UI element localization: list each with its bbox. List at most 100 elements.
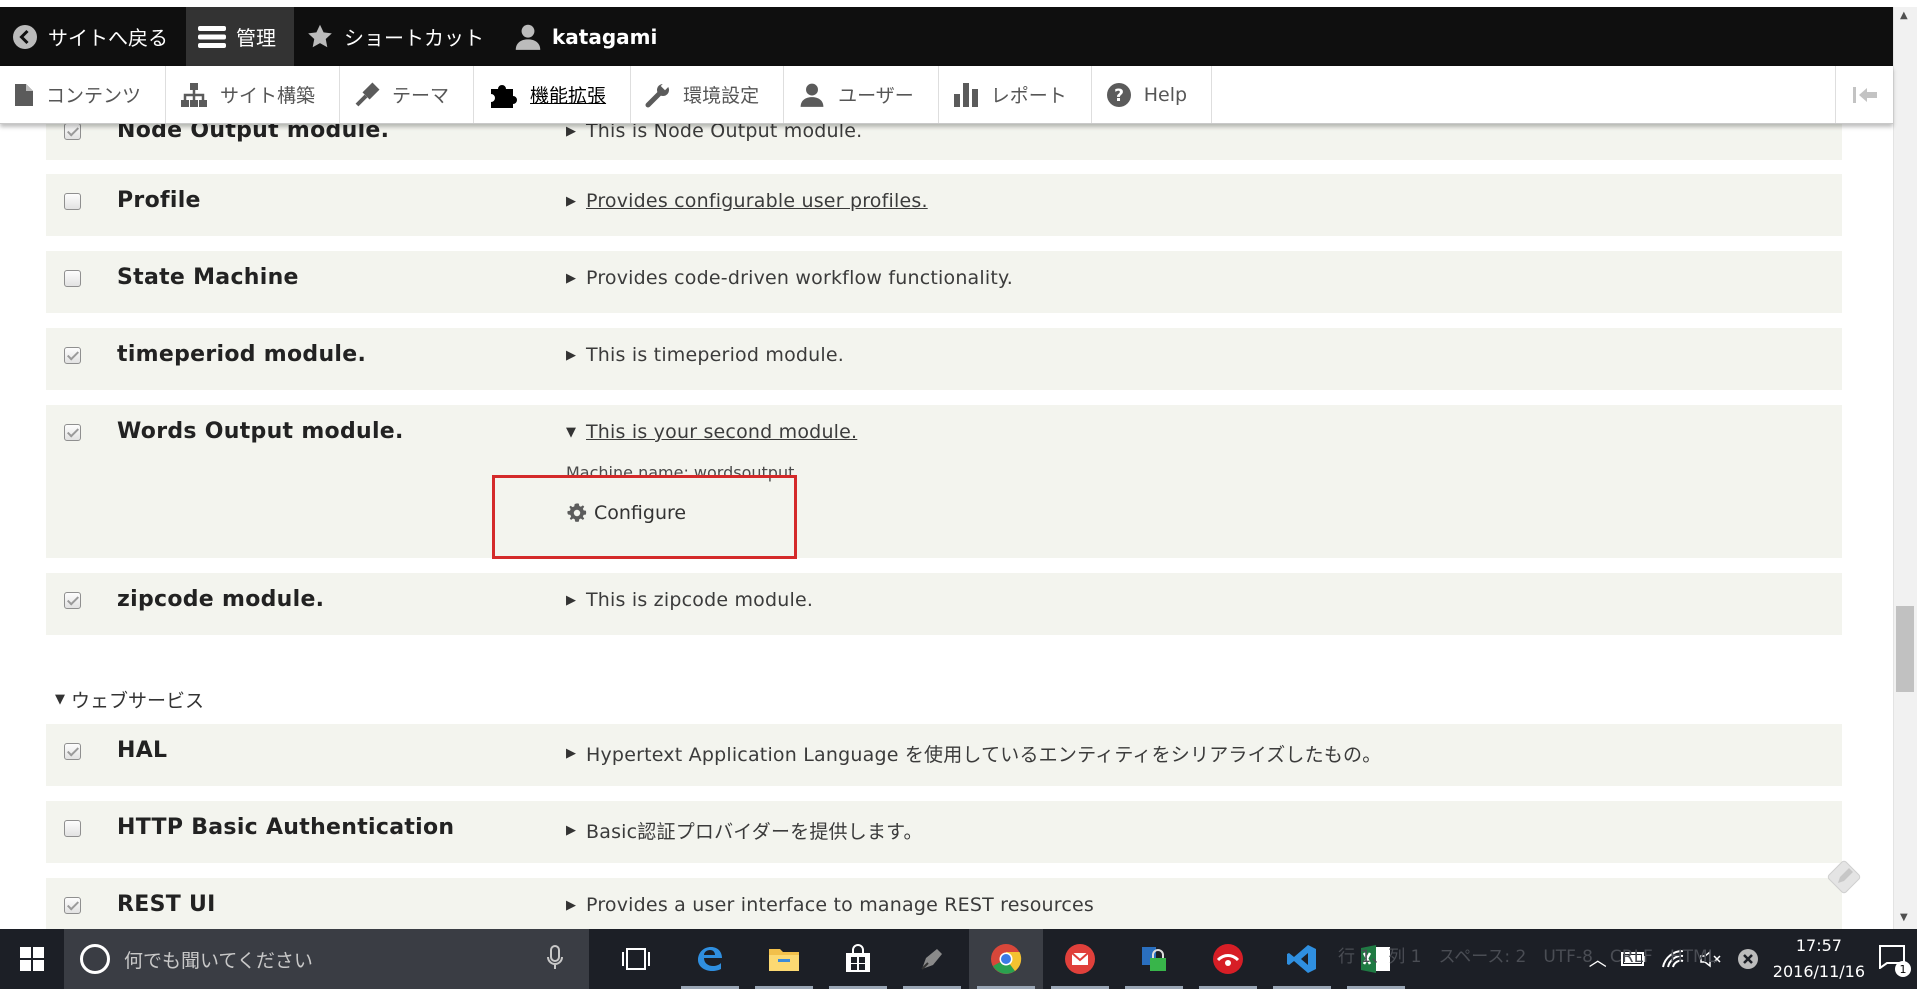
- wrench-icon: [645, 81, 670, 107]
- taskbar-ghost-status-text: 行 1、列 1 スペース: 2 UTF-8 CRLF HTML: [1338, 947, 1718, 967]
- module-description-link[interactable]: This is your second module.: [586, 421, 857, 443]
- back-to-site-link[interactable]: サイトへ戻る: [0, 7, 186, 66]
- tray-item-structure[interactable]: サイト構築: [166, 66, 341, 123]
- module-description[interactable]: ▶ This is zipcode module.: [566, 589, 813, 611]
- sitemap-icon: [181, 82, 208, 107]
- taskbar-app-trend-micro[interactable]: [1191, 929, 1265, 989]
- module-checkbox[interactable]: [64, 193, 81, 210]
- tray-item-label: 環境設定: [683, 85, 760, 107]
- module-checkbox[interactable]: [64, 124, 81, 140]
- module-row: State Machine ▶ Provides code-driven work…: [46, 251, 1842, 313]
- package-heading-label: ウェブサービス: [71, 690, 205, 712]
- cortana-search-box[interactable]: 何でも聞いてください: [64, 929, 589, 989]
- user-icon: [800, 83, 824, 107]
- module-checkbox[interactable]: [64, 270, 81, 287]
- taskbar-app-vscode[interactable]: [1265, 929, 1339, 989]
- module-description[interactable]: ▼ This is your second module.: [566, 421, 857, 443]
- mail-icon: [1065, 944, 1095, 974]
- taskbar-app-store[interactable]: [821, 929, 895, 989]
- module-checkbox[interactable]: [64, 743, 81, 760]
- module-description[interactable]: ▶ This is timeperiod module.: [566, 344, 844, 366]
- module-description[interactable]: ▶ Basic認証プロバイダーを提供します。: [566, 817, 923, 844]
- scroll-up-arrow-icon[interactable]: ▲: [1900, 10, 1908, 21]
- clock-time: 17:57: [1795, 936, 1842, 955]
- expand-triangle-icon: ▶: [566, 897, 577, 913]
- task-view-button[interactable]: [599, 929, 673, 989]
- paintbrush-icon: [355, 82, 380, 106]
- manage-tab[interactable]: 管理: [186, 7, 294, 66]
- collapse-triangle-icon: ▼: [566, 424, 577, 440]
- module-name: zipcode module.: [117, 587, 325, 612]
- tray-item-label: コンテンツ: [46, 85, 142, 107]
- user-tab[interactable]: katagami: [502, 7, 675, 66]
- search-placeholder: 何でも聞いてください: [124, 949, 313, 972]
- cortana-icon: [80, 944, 110, 974]
- chrome-browser-icon: [991, 944, 1022, 974]
- module-list: Node Output module. ▶ This is Node Output…: [0, 124, 1893, 929]
- tray-item-configuration[interactable]: 環境設定: [631, 66, 785, 123]
- module-row: HTTP Basic Authentication ▶ Basic認証プロバイダー…: [46, 801, 1842, 863]
- module-checkbox[interactable]: [64, 820, 81, 837]
- contextual-edit-button[interactable]: [1825, 858, 1863, 900]
- module-name: Profile: [117, 188, 201, 213]
- module-row-expanded: Words Output module. ▼ This is your secon…: [46, 405, 1842, 558]
- taskbar-app-explorer[interactable]: [747, 929, 821, 989]
- microphone-icon[interactable]: [547, 945, 563, 971]
- trend-micro-icon: [1213, 944, 1243, 974]
- action-center-button[interactable]: 1: [1879, 945, 1911, 977]
- taskbar-app-pen-tool[interactable]: [895, 929, 969, 989]
- module-name: timeperiod module.: [117, 342, 367, 367]
- module-description-text: This is zipcode module.: [586, 589, 814, 611]
- tray-item-help[interactable]: ? Help: [1092, 66, 1213, 123]
- tray-item-reports[interactable]: レポート: [939, 66, 1092, 123]
- module-row: timeperiod module. ▶ This is timeperiod m…: [46, 328, 1842, 390]
- system-clock[interactable]: 17:57 2016/11/16: [1773, 933, 1865, 985]
- module-name: REST UI: [117, 892, 216, 917]
- start-button[interactable]: [0, 929, 64, 989]
- notification-count-badge: 1: [1895, 961, 1911, 977]
- user-icon: [515, 24, 541, 50]
- vertical-scrollbar[interactable]: [1893, 7, 1917, 929]
- scroll-down-arrow-icon[interactable]: ▼: [1900, 912, 1908, 923]
- tray-item-label: 機能拡張: [530, 85, 607, 107]
- user-name: katagami: [552, 24, 658, 49]
- module-description[interactable]: ▶ This is Node Output module.: [566, 124, 862, 142]
- menu-icon: [198, 25, 226, 48]
- shortcuts-tab[interactable]: ショートカット: [294, 7, 502, 66]
- pen-tool-icon: [921, 949, 942, 970]
- module-description-text: Provides code-driven workflow functional…: [586, 267, 1013, 289]
- module-description[interactable]: ▶ Hypertext Application Language を使用しているエ…: [566, 740, 1381, 767]
- close-circle-icon[interactable]: [1737, 948, 1759, 970]
- tray-collapse-button[interactable]: [1835, 66, 1893, 123]
- expand-triangle-icon: ▶: [566, 193, 577, 209]
- chevron-left-circle-icon: [13, 24, 37, 49]
- taskbar-app-security[interactable]: [1117, 929, 1191, 989]
- module-checkbox[interactable]: [64, 347, 81, 364]
- tray-item-appearance[interactable]: テーマ: [340, 66, 475, 123]
- module-row: HAL ▶ Hypertext Application Language を使用し…: [46, 724, 1842, 786]
- module-description[interactable]: ▶ Provides code-driven workflow functiona…: [566, 267, 1013, 289]
- vscode-icon: [1287, 945, 1316, 973]
- module-checkbox[interactable]: [64, 424, 81, 441]
- taskbar-app-chrome[interactable]: [969, 929, 1043, 989]
- module-checkbox[interactable]: [64, 897, 81, 914]
- tray-item-people[interactable]: ユーザー: [784, 66, 939, 123]
- scrollbar-thumb[interactable]: [1896, 606, 1914, 692]
- module-description[interactable]: ▶ Provides configurable user profiles.: [566, 190, 928, 212]
- module-checkbox[interactable]: [64, 592, 81, 609]
- admin-toolbar: サイトへ戻る 管理 ショートカット katagami: [0, 7, 1893, 66]
- module-description[interactable]: ▶ Provides a user interface to manage RES…: [566, 894, 1094, 916]
- taskbar-apps: [599, 929, 1413, 989]
- tray-item-content[interactable]: コンテンツ: [0, 66, 167, 123]
- help-icon: ?: [1106, 82, 1131, 107]
- taskbar-app-edge[interactable]: [673, 929, 747, 989]
- folder-icon: [769, 949, 799, 971]
- tray-item-label: サイト構築: [220, 85, 316, 107]
- taskbar-app-mail[interactable]: [1043, 929, 1117, 989]
- shortcuts-label: ショートカット: [344, 26, 484, 50]
- bar-chart-icon: [953, 82, 978, 107]
- tray-item-extend[interactable]: 機能拡張: [474, 66, 632, 123]
- expand-triangle-icon: ▶: [566, 347, 577, 363]
- package-heading-web-services[interactable]: ▼ ウェブサービス: [55, 686, 204, 713]
- module-description-link[interactable]: Provides configurable user profiles.: [586, 190, 928, 212]
